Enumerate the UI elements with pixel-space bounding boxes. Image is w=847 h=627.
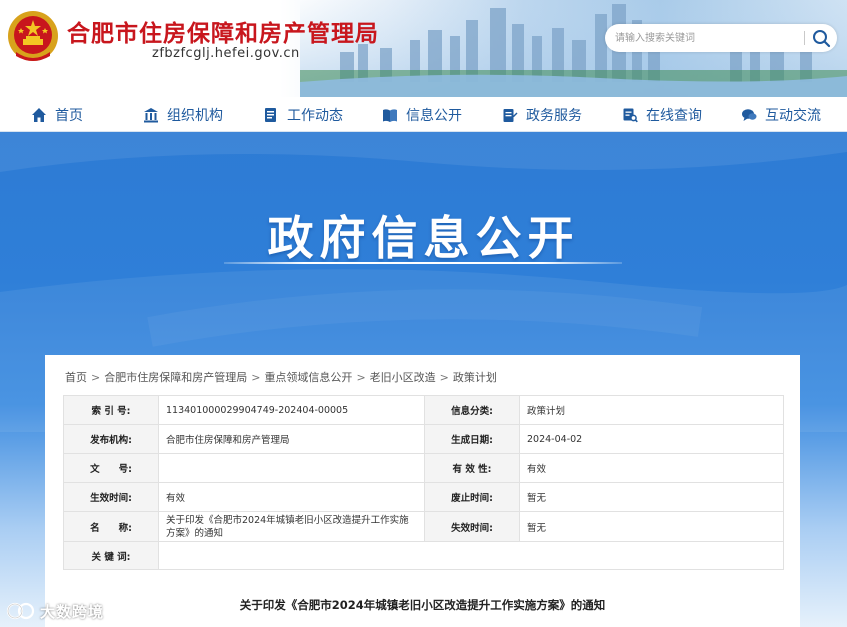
- repeal-time-label: 废止时间:: [424, 482, 520, 512]
- breadcrumb-separator: >: [439, 371, 449, 384]
- search-input[interactable]: [615, 28, 795, 48]
- table-row: 名 称: 关于印发《合肥市2024年城镇老旧小区改造提升工作实施方案》的通知 失…: [63, 511, 784, 542]
- table-row: 关 键 词:: [63, 541, 784, 570]
- site-title[interactable]: 合肥市住房保障和房产管理局: [67, 14, 379, 48]
- chat-icon: [742, 108, 757, 121]
- document-icon: [265, 107, 276, 122]
- nav-item-online-query[interactable]: 在线查询: [622, 97, 702, 132]
- invalid-time-value: 暂无: [519, 511, 784, 542]
- validity-label: 有 效 性:: [424, 453, 520, 483]
- breadcrumb-item-bureau[interactable]: 合肥市住房保障和房产管理局: [104, 371, 247, 384]
- info-meta-table: 索 引 号: 113401000029904749-202404-00005 信…: [63, 395, 784, 570]
- national-emblem-icon: [8, 11, 58, 61]
- nav-label: 在线查询: [646, 107, 702, 124]
- keywords-label: 关 键 词:: [63, 541, 159, 570]
- site-header: 合肥市住房保障和房产管理局 zfbzfcglj.hefei.gov.cn: [0, 0, 847, 97]
- breadcrumb-item-home[interactable]: 首页: [65, 371, 87, 384]
- breadcrumb-item-renovation[interactable]: 老旧小区改造: [370, 371, 436, 384]
- effective-time-label: 生效时间:: [63, 482, 159, 512]
- nav-label: 信息公开: [406, 107, 462, 124]
- edit-icon: [503, 108, 518, 122]
- doc-number-label: 文 号:: [63, 453, 159, 483]
- publisher-value: 合肥市住房保障和房产管理局: [158, 424, 425, 454]
- created-date-label: 生成日期:: [424, 424, 520, 454]
- nav-label: 组织机构: [167, 107, 223, 124]
- nav-label: 工作动态: [287, 107, 343, 124]
- breadcrumb-separator: >: [356, 371, 366, 384]
- name-label: 名 称:: [63, 511, 159, 542]
- index-label: 索 引 号:: [63, 395, 159, 425]
- table-row: 生效时间: 有效 废止时间: 暂无: [63, 482, 784, 512]
- search-box: [605, 24, 837, 52]
- effective-time-value: 有效: [158, 482, 425, 512]
- breadcrumb-item-policy[interactable]: 政策计划: [453, 371, 497, 384]
- nav-item-work-news[interactable]: 工作动态: [263, 97, 343, 132]
- nav-label: 互动交流: [765, 107, 821, 124]
- home-icon: [32, 107, 46, 122]
- search-divider: [804, 31, 805, 45]
- breadcrumb-separator: >: [91, 371, 101, 384]
- query-icon: [623, 108, 638, 122]
- table-row: 发布机构: 合肥市住房保障和房产管理局 生成日期: 2024-04-02: [63, 424, 784, 454]
- nav-item-info-disclosure[interactable]: 信息公开: [382, 97, 462, 132]
- table-row: 索 引 号: 113401000029904749-202404-00005 信…: [63, 395, 784, 425]
- watermark-logo-icon: [6, 602, 35, 620]
- doc-number-value: [158, 453, 425, 483]
- site-domain: zfbzfcglj.hefei.gov.cn: [152, 46, 300, 61]
- watermark-text: 大数跨境: [40, 602, 105, 621]
- nav-item-interaction[interactable]: 互动交流: [741, 97, 821, 132]
- nav-item-home[interactable]: 首页: [31, 97, 83, 132]
- table-row: 文 号: 有 效 性: 有效: [63, 453, 784, 483]
- index-value: 113401000029904749-202404-00005: [158, 395, 425, 425]
- content-card: 首页 > 合肥市住房保障和房产管理局 > 重点领域信息公开 > 老旧小区改造 > 政策计划 索 …: [45, 355, 800, 627]
- document-title: 关于印发《合肥市2024年城镇老旧小区改造提升工作实施方案》的通知: [239, 598, 606, 612]
- banner-underline: [224, 262, 622, 264]
- book-icon: [383, 108, 397, 122]
- banner-title: 政府信息公开: [267, 211, 580, 265]
- breadcrumb: 首页 > 合肥市住房保障和房产管理局 > 重点领域信息公开 > 老旧小区改造 > 政策计划: [65, 369, 497, 385]
- invalid-time-label: 失效时间:: [424, 511, 520, 542]
- nav-label: 首页: [55, 107, 83, 124]
- watermark: 大数跨境: [6, 600, 104, 622]
- created-date-value: 2024-04-02: [519, 424, 784, 454]
- repeal-time-value: 暂无: [519, 482, 784, 512]
- validity-value: 有效: [519, 453, 784, 483]
- category-label: 信息分类:: [424, 395, 520, 425]
- breadcrumb-separator: >: [251, 371, 261, 384]
- main-nav: 首页 组织机构 工作动态 信息公开 政务服务 在线查询 互动交流: [0, 97, 847, 132]
- breadcrumb-item-key-areas[interactable]: 重点领域信息公开: [264, 371, 352, 384]
- name-value: 关于印发《合肥市2024年城镇老旧小区改造提升工作实施方案》的通知: [158, 511, 425, 542]
- publisher-label: 发布机构:: [63, 424, 159, 454]
- keywords-value: [158, 541, 784, 570]
- building-icon: [144, 107, 158, 122]
- category-value: 政策计划: [519, 395, 784, 425]
- nav-label: 政务服务: [526, 107, 582, 124]
- search-icon[interactable]: [810, 28, 832, 48]
- nav-item-gov-services[interactable]: 政务服务: [502, 97, 582, 132]
- nav-item-organization[interactable]: 组织机构: [143, 97, 223, 132]
